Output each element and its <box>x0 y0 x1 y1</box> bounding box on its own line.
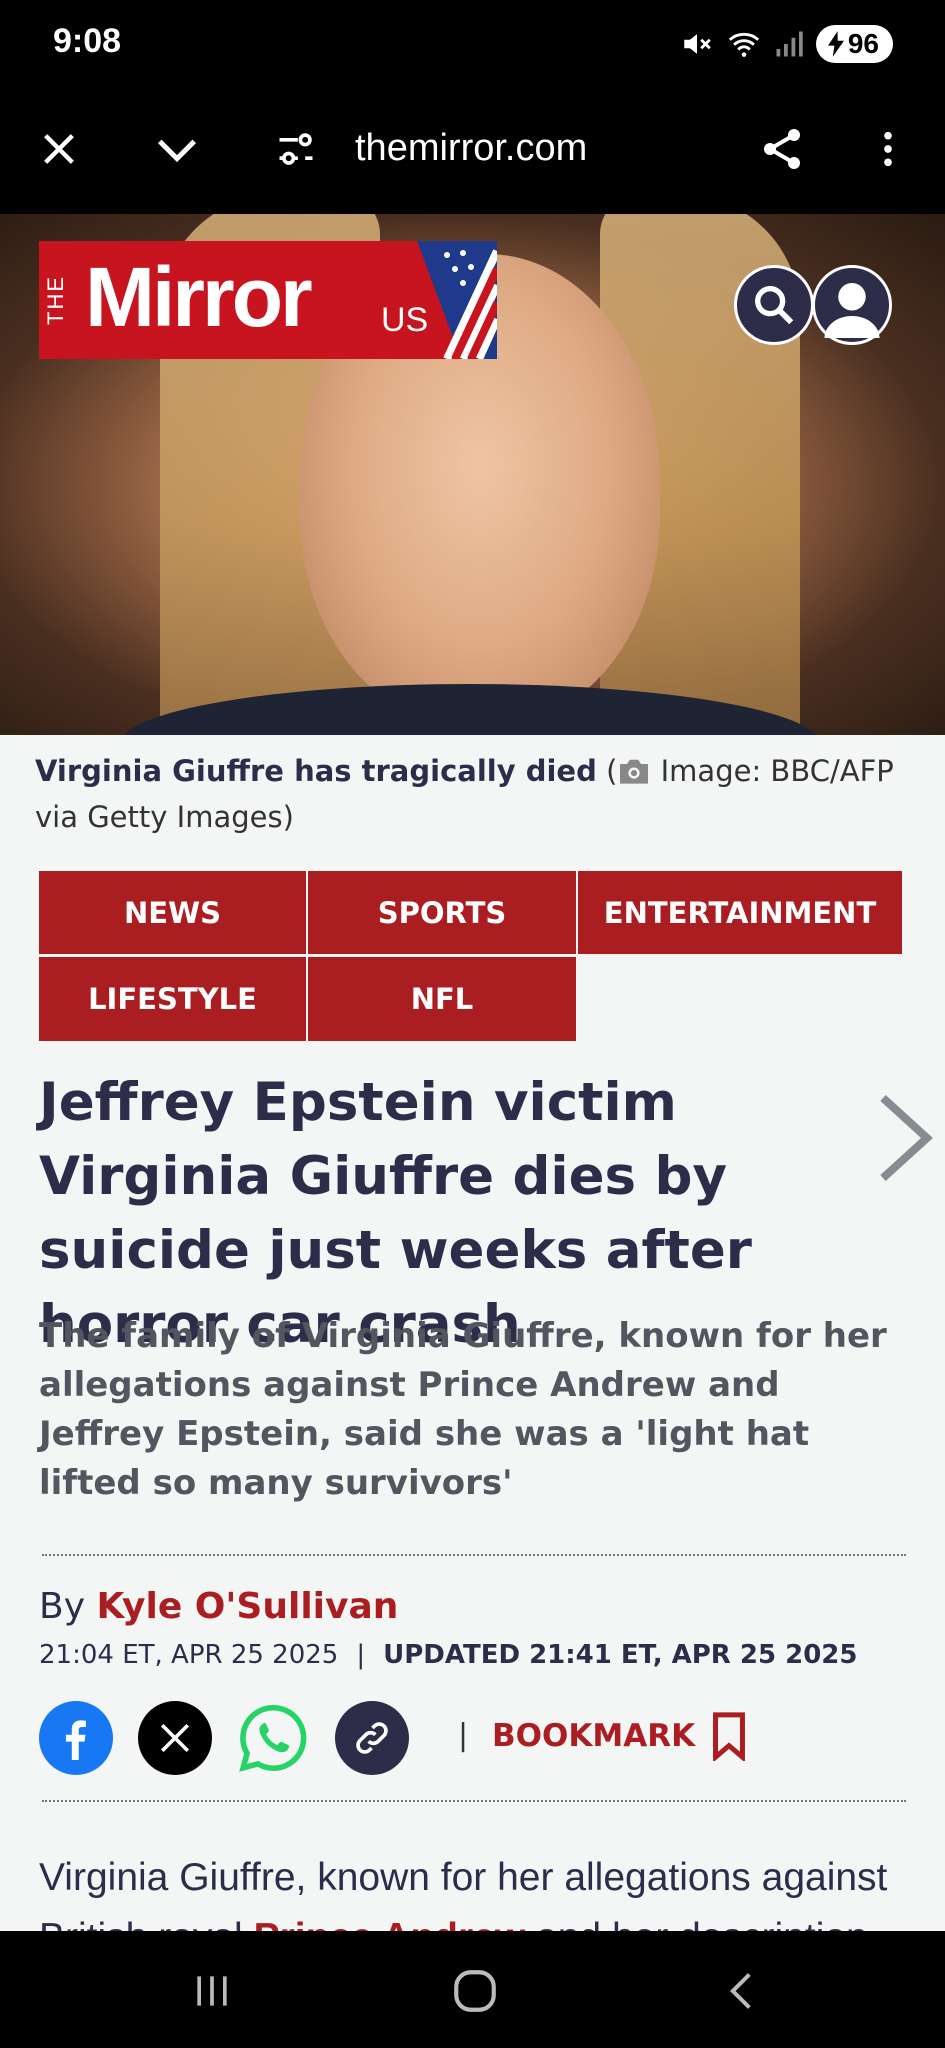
updated-date: UPDATED 21:41 ET, APR 25 2025 <box>383 1640 858 1670</box>
nav-nfl[interactable]: NFL <box>308 957 576 1041</box>
logo-name: Mirror <box>85 250 313 344</box>
address-bar-url[interactable]: themirror.com <box>355 118 587 178</box>
share-icon[interactable] <box>754 121 810 177</box>
whatsapp-icon <box>239 1705 307 1772</box>
back-icon[interactable] <box>712 1961 772 2021</box>
share-facebook-button[interactable] <box>39 1701 113 1775</box>
hero-image: THE Mirror US <box>0 214 945 735</box>
image-caption: Virginia Giuffre has tragically died ( I… <box>35 754 894 834</box>
camera-icon <box>620 759 649 784</box>
nav-sports[interactable]: SPORTS <box>308 871 576 954</box>
chevron-right-icon <box>880 1095 933 1181</box>
body-line-1: Virginia Giuffre, known for her allegati… <box>39 1856 888 1899</box>
flag-stripes-icon <box>417 241 497 359</box>
system-nav-bar <box>0 1931 945 2048</box>
logo-the: THE <box>43 275 68 325</box>
x-icon <box>160 1723 190 1753</box>
share-x-button[interactable] <box>138 1701 212 1775</box>
account-button[interactable] <box>812 265 892 345</box>
article-standfirst: The family of Virginia Giuffre, known fo… <box>39 1316 887 1503</box>
share-whatsapp-button[interactable] <box>236 1701 310 1775</box>
byline-prefix: By <box>39 1586 97 1627</box>
status-time: 9:08 <box>53 22 122 60</box>
article-dates: 21:04 ET, APR 25 2025 | UPDATED 21:41 ET, … <box>39 1637 857 1673</box>
share-separator: | <box>458 1718 469 1753</box>
battery-charging-icon <box>827 31 844 57</box>
account-icon <box>824 283 880 338</box>
home-icon[interactable] <box>445 1961 505 2021</box>
bookmark-label: BOOKMARK <box>492 1718 696 1754</box>
mute-icon <box>684 34 711 54</box>
status-icons: 96 <box>680 24 893 64</box>
bookmark-button[interactable]: BOOKMARK <box>492 1711 749 1761</box>
battery-indicator: 96 <box>815 25 893 63</box>
site-settings-icon[interactable] <box>268 121 324 177</box>
browser-toolbar: themirror.com <box>0 88 945 214</box>
link-icon <box>356 1722 388 1754</box>
published-date: 21:04 ET, APR 25 2025 <box>39 1640 339 1670</box>
wifi-icon <box>728 32 759 57</box>
date-separator: | <box>356 1640 366 1670</box>
battery-level: 96 <box>847 28 879 59</box>
signal-icon <box>776 31 803 57</box>
next-article-arrow[interactable] <box>875 1090 935 1190</box>
more-vert-icon[interactable] <box>860 121 916 177</box>
divider-bottom <box>42 1800 906 1802</box>
copy-link-button[interactable] <box>335 1701 409 1775</box>
search-icon <box>755 286 794 325</box>
close-icon[interactable] <box>31 121 87 177</box>
divider-top <box>42 1554 906 1556</box>
chevron-down-icon[interactable] <box>149 121 205 177</box>
nav-news[interactable]: NEWS <box>39 871 306 954</box>
nav-entertainment[interactable]: ENTERTAINMENT <box>578 871 902 954</box>
bookmark-icon <box>713 1712 746 1761</box>
status-bar: 9:08 96 <box>0 0 945 88</box>
recent-apps-icon[interactable] <box>182 1961 242 2021</box>
section-nav: NEWS SPORTS ENTERTAINMENT LIFESTYLE NFL <box>39 871 902 1041</box>
nav-lifestyle[interactable]: LIFESTYLE <box>39 957 306 1041</box>
caption-text: Virginia Giuffre has tragically died <box>35 754 597 788</box>
search-button[interactable] <box>734 265 814 345</box>
site-logo[interactable]: THE Mirror US <box>39 241 497 359</box>
byline: By Kyle O'Sullivan <box>39 1582 398 1632</box>
author-link[interactable]: Kyle O'Sullivan <box>96 1586 398 1627</box>
facebook-icon <box>65 1720 86 1760</box>
